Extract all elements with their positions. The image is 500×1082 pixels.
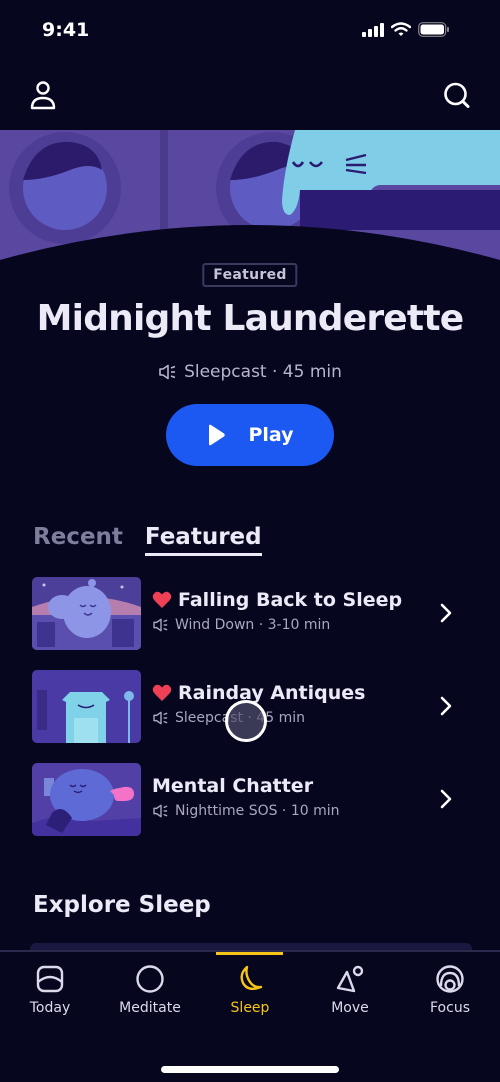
tab-recent[interactable]: Recent [33, 524, 123, 556]
item-meta: Wind Down · 3-10 min [175, 617, 331, 633]
featured-badge: Featured [202, 263, 298, 287]
tabbar-label: Focus [430, 1000, 470, 1016]
item-title: Falling Back to Sleep [178, 589, 403, 611]
play-icon [209, 424, 226, 446]
chevron-right-icon [440, 603, 452, 623]
content-tabs: Recent Featured [33, 524, 262, 556]
tab-featured[interactable]: Featured [144, 524, 262, 556]
search-button[interactable] [442, 79, 472, 113]
status-time: 9:41 [42, 19, 90, 41]
tabbar-label: Meditate [119, 1000, 181, 1016]
status-bar: 9:41 [0, 0, 500, 60]
tabbar-meditate[interactable]: Meditate [100, 964, 200, 1016]
touch-indicator [225, 700, 267, 742]
list-item[interactable]: Falling Back to Sleep Wind Down · 3-10 m… [32, 577, 472, 650]
tabbar-sleep[interactable]: Sleep [200, 964, 300, 1016]
featured-meta: Sleepcast · 45 min [0, 362, 500, 382]
move-icon [336, 965, 364, 993]
active-tab-indicator [216, 952, 283, 955]
tabbar-today[interactable]: Today [0, 964, 100, 1016]
search-icon [444, 82, 470, 108]
item-title: Rainday Antiques [178, 682, 366, 704]
top-header [0, 75, 500, 117]
featured-meta-text: Sleepcast · 45 min [184, 362, 342, 382]
person-icon [30, 81, 56, 110]
thumbnail-falling-back-to-sleep [32, 577, 141, 650]
speaker-icon [153, 618, 168, 632]
tabbar-label: Today [29, 1000, 71, 1016]
thumbnail-mental-chatter [32, 763, 141, 836]
thumbnail-rainday-antiques [32, 670, 141, 743]
speaker-icon [153, 711, 168, 725]
chatter-character-illustration [32, 763, 141, 836]
moon-icon [240, 965, 263, 990]
focus-icon [436, 965, 464, 993]
signal-icon [362, 22, 384, 37]
today-icon [36, 965, 64, 993]
tabbar-move[interactable]: Move [300, 964, 400, 1016]
item-meta: Nighttime SOS · 10 min [175, 803, 340, 819]
play-label: Play [248, 424, 294, 446]
battery-icon [418, 22, 449, 37]
tabbar-label: Move [331, 1000, 369, 1016]
hero-illustration [0, 130, 500, 265]
play-button[interactable]: Play [166, 404, 334, 466]
chevron-right-icon [440, 696, 452, 716]
launderette-illustration [0, 130, 500, 265]
explore-section-title: Explore Sleep [33, 892, 211, 918]
wifi-icon [391, 22, 411, 36]
bottom-tab-bar: Today Meditate Sleep Move Focus [0, 950, 500, 1082]
status-icons [362, 22, 450, 37]
featured-title: Midnight Launderette [36, 298, 465, 339]
heart-icon [152, 684, 172, 701]
heart-icon [152, 591, 172, 608]
item-title: Mental Chatter [152, 775, 314, 797]
chevron-right-icon [440, 789, 452, 809]
sleeping-character-illustration [32, 577, 141, 650]
list-item[interactable]: Mental Chatter Nighttime SOS · 10 min [32, 763, 472, 836]
tabbar-label: Sleep [230, 1000, 270, 1016]
circle-icon [136, 965, 164, 993]
tabbar-focus[interactable]: Focus [400, 964, 500, 1016]
speaker-icon [153, 804, 168, 818]
profile-button[interactable] [28, 79, 58, 113]
antique-shop-illustration [32, 670, 141, 743]
home-indicator [161, 1066, 339, 1073]
speaker-icon [159, 364, 176, 380]
